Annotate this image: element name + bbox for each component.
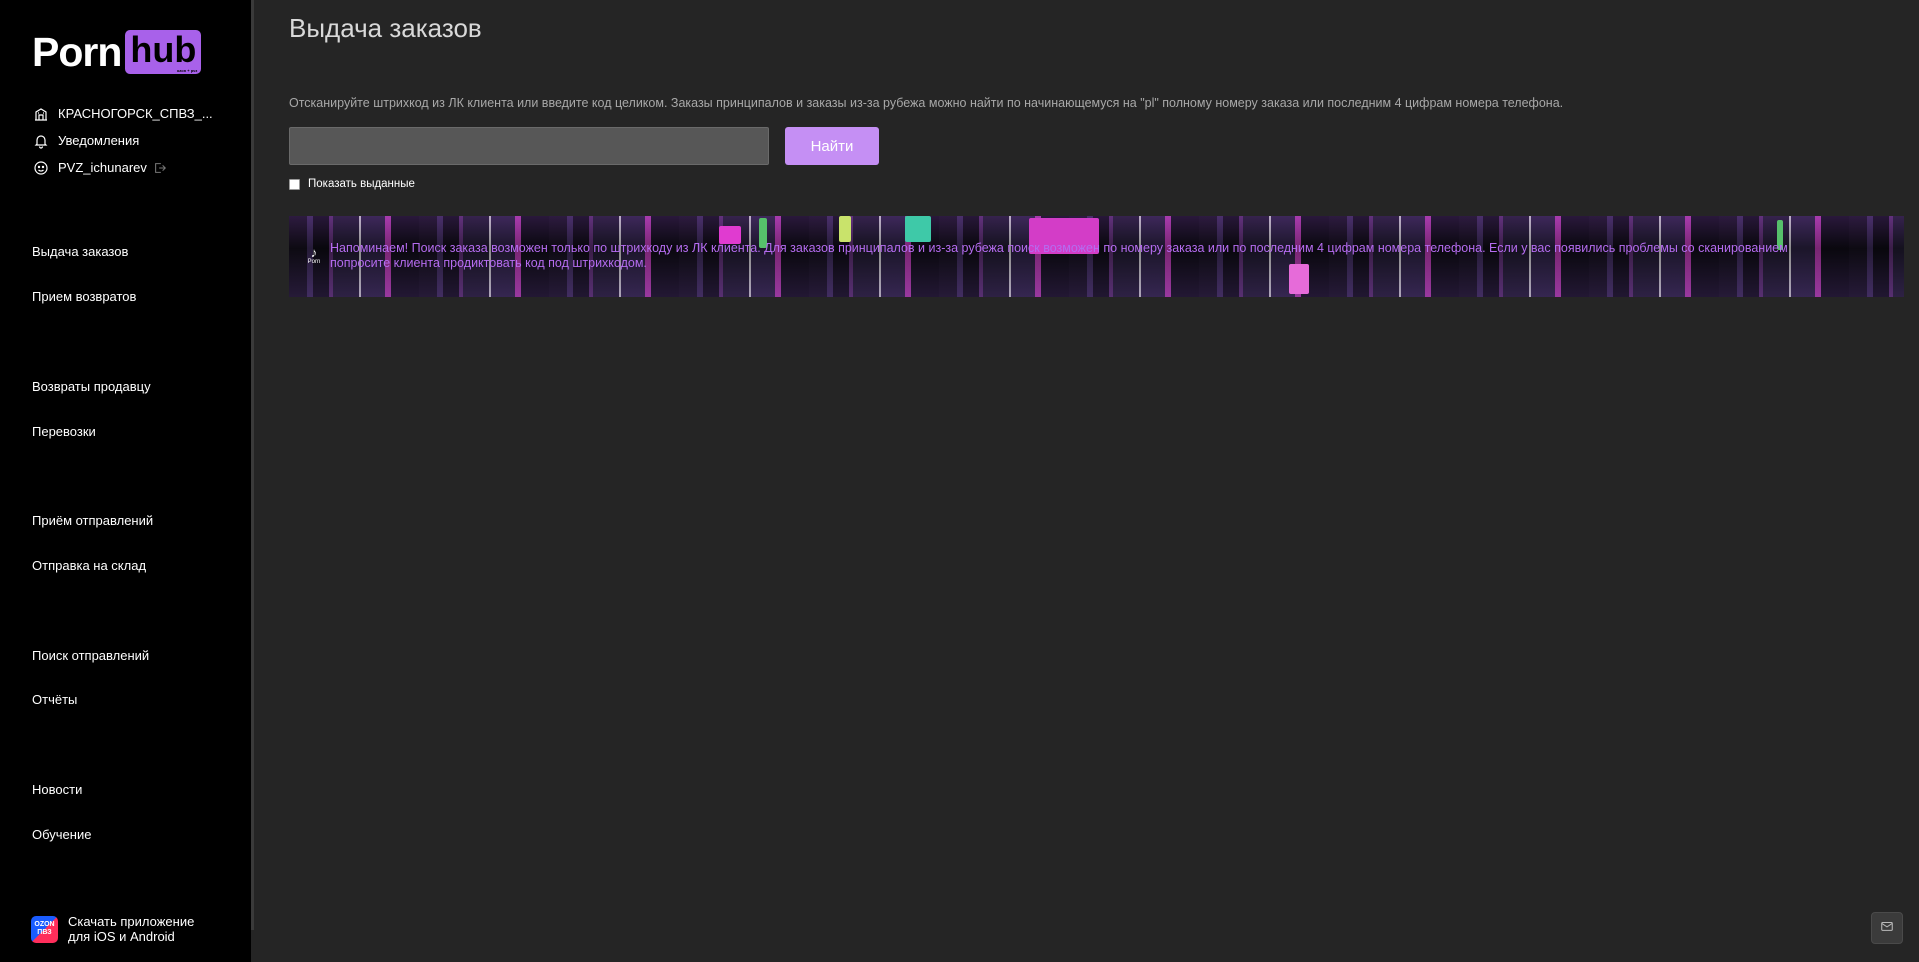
logout-icon[interactable]: [153, 161, 167, 175]
show-issued-checkbox[interactable]: [289, 178, 300, 190]
app-badge-top: OZON: [34, 921, 55, 929]
nav-item-order-issue[interactable]: Выдача заказов: [32, 244, 128, 259]
banner-decoration: [905, 216, 931, 242]
nav-item-shipments-intake[interactable]: Приём отправлений: [32, 513, 153, 528]
nav-item-send-to-warehouse[interactable]: Отправка на склад: [32, 558, 146, 573]
app-download-line2: для iOS и Android: [68, 929, 175, 944]
mail-icon: [1880, 919, 1894, 938]
nav-item-transport[interactable]: Перевозки: [32, 424, 96, 439]
nav-item-reports[interactable]: Отчёты: [32, 692, 77, 707]
building-icon: [32, 105, 50, 123]
nav-item-seller-returns[interactable]: Возвраты продавцу: [32, 379, 151, 394]
logo-hub: hub: [130, 29, 197, 70]
notifications-link[interactable]: Уведомления: [32, 127, 213, 154]
sidebar-scrollbar[interactable]: [251, 0, 254, 930]
show-issued-label: Показать выданные: [308, 178, 415, 190]
find-button[interactable]: Найти: [785, 127, 879, 165]
ozon-app-icon: OZON ПВЗ: [31, 915, 58, 943]
logo-text-right: hub ozon + pvz: [125, 29, 202, 74]
logo[interactable]: Porn hub ozon + pvz: [32, 28, 202, 75]
username-label: PVZ_ichunarev: [58, 160, 147, 175]
user-face-icon: [32, 159, 50, 177]
reminder-text: Напоминаем! Поиск заказа возможен только…: [330, 241, 1788, 270]
show-issued-toggle[interactable]: Показать выданные: [289, 178, 415, 190]
feedback-mail-button[interactable]: [1871, 912, 1903, 944]
page-title: Выдача заказов: [289, 13, 482, 43]
notice-icon-label: Porn: [307, 259, 321, 265]
reminder-banner: ♪ Porn Напоминаем! Поиск заказа возможен…: [289, 216, 1904, 297]
search-hint: Отсканируйте штрихкод из ЛК клиента или …: [289, 96, 1564, 110]
logo-text-left: Porn: [32, 28, 122, 75]
user-profile[interactable]: PVZ_ichunarev: [32, 154, 213, 181]
location-label: КРАСНОГОРСК_СПВЗ_...: [58, 106, 213, 121]
app-badge-bottom: ПВЗ: [37, 929, 52, 936]
nav-item-returns-intake[interactable]: Прием возвратов: [32, 289, 136, 304]
sidebar: Porn hub ozon + pvz КРАСНОГОРСК_СПВЗ_...…: [0, 0, 251, 962]
app-download-text: Скачать приложение для iOS и Android: [68, 914, 194, 944]
app-download-line1: Скачать приложение: [68, 914, 195, 929]
app-download-link[interactable]: OZON ПВЗ Скачать приложение для iOS и An…: [31, 914, 194, 944]
music-note-glyph: ♪: [310, 245, 318, 260]
nav-item-training[interactable]: Обучение: [32, 827, 91, 842]
porn-music-icon: ♪ Porn: [303, 246, 325, 268]
banner-decoration: [839, 216, 851, 242]
order-search-input[interactable]: [289, 127, 769, 165]
user-block: КРАСНОГОРСК_СПВЗ_... Уведомления PVZ_ich…: [32, 100, 213, 181]
notifications-label: Уведомления: [58, 133, 140, 148]
location-selector[interactable]: КРАСНОГОРСК_СПВЗ_...: [32, 100, 213, 127]
nav-item-news[interactable]: Новости: [32, 782, 82, 797]
logo-subtext: ozon + pvz: [176, 68, 198, 73]
nav-item-shipment-search[interactable]: Поиск отправлений: [32, 648, 149, 663]
bell-icon: [32, 132, 50, 150]
